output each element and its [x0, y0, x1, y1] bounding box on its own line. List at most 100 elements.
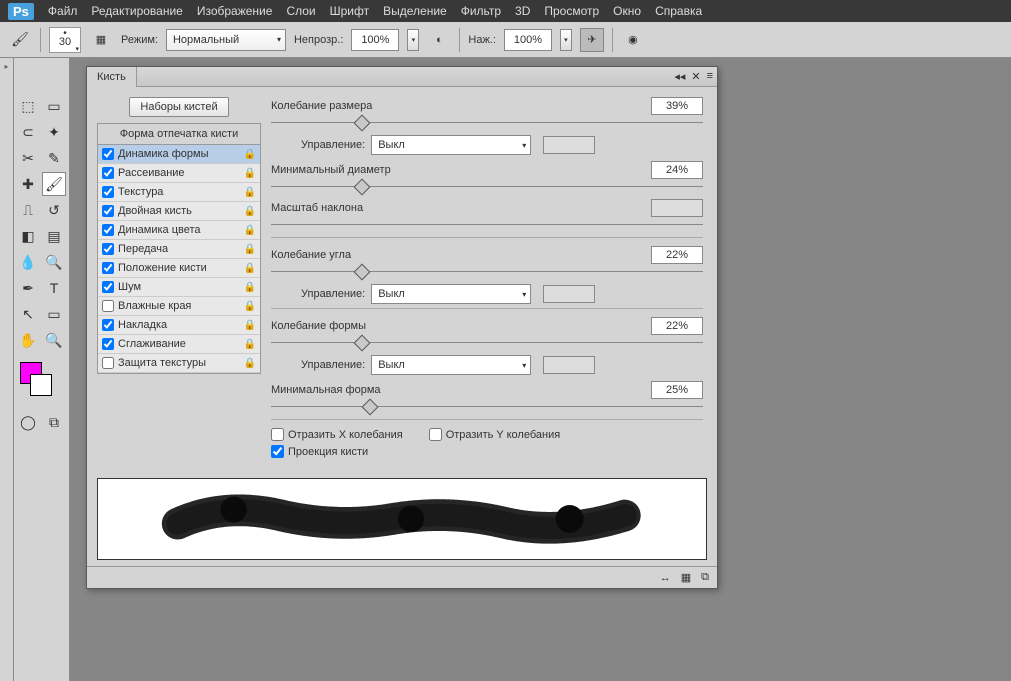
lock-icon[interactable]: 🔒 — [244, 206, 256, 217]
size-jitter-input[interactable]: 39% — [651, 97, 703, 115]
collapse-icon[interactable]: ◂◂ — [674, 70, 685, 83]
min-roundness-slider[interactable] — [271, 401, 703, 413]
brush-option-row[interactable]: Рассеивание🔒 — [98, 164, 260, 183]
angle-jitter-input[interactable]: 22% — [651, 246, 703, 264]
angle-control-select[interactable]: Выкл — [371, 284, 531, 304]
brush-projection-checkbox[interactable]: Проекция кисти — [271, 445, 368, 458]
lock-icon[interactable]: 🔒 — [244, 187, 256, 198]
option-checkbox[interactable] — [102, 300, 114, 312]
lock-icon[interactable]: 🔒 — [244, 263, 256, 274]
path-tool-icon[interactable]: ↖ — [16, 302, 40, 326]
option-checkbox[interactable] — [102, 186, 114, 198]
lock-icon[interactable]: 🔒 — [244, 149, 256, 160]
menu-select[interactable]: Выделение — [383, 4, 447, 18]
brush-option-row[interactable]: Текстура🔒 — [98, 183, 260, 202]
option-checkbox[interactable] — [102, 167, 114, 179]
lock-icon[interactable]: 🔒 — [244, 339, 256, 350]
menu-image[interactable]: Изображение — [197, 4, 273, 18]
eraser-tool-icon[interactable]: ◧ — [16, 224, 40, 248]
lock-icon[interactable]: 🔒 — [244, 320, 256, 331]
lock-icon[interactable]: 🔒 — [244, 225, 256, 236]
brush-size-picker[interactable]: 30 — [49, 27, 81, 53]
min-roundness-input[interactable]: 25% — [651, 381, 703, 399]
move-tool-icon[interactable]: ⬚ — [16, 94, 40, 118]
menu-layers[interactable]: Слои — [286, 4, 315, 18]
gradient-tool-icon[interactable]: ▤ — [42, 224, 66, 248]
blur-tool-icon[interactable]: 💧 — [16, 250, 40, 274]
pressure-opacity-icon[interactable]: ◐ — [427, 28, 451, 52]
brush-option-row[interactable]: Передача🔒 — [98, 240, 260, 259]
menu-filter[interactable]: Фильтр — [461, 4, 501, 18]
roundness-jitter-slider[interactable] — [271, 337, 703, 349]
brush-option-row[interactable]: Защита текстуры🔒 — [98, 354, 260, 373]
option-checkbox[interactable] — [102, 205, 114, 217]
menu-help[interactable]: Справка — [655, 4, 702, 18]
brush-option-row[interactable]: Накладка🔒 — [98, 316, 260, 335]
brush-panel-toggle-icon[interactable]: ▦ — [89, 28, 113, 52]
menu-window[interactable]: Окно — [613, 4, 641, 18]
quickmask-icon[interactable]: ◯ — [16, 410, 40, 434]
min-diameter-input[interactable]: 24% — [651, 161, 703, 179]
eyedropper-tool-icon[interactable]: ✎ — [42, 146, 66, 170]
toggle-preview-icon[interactable]: ↔ — [660, 572, 671, 584]
type-tool-icon[interactable]: T — [42, 276, 66, 300]
opacity-arrow[interactable]: ▾ — [407, 29, 419, 51]
brush-presets-button[interactable]: Наборы кистей — [129, 97, 228, 117]
option-checkbox[interactable] — [102, 262, 114, 274]
brush-tool-icon[interactable]: 🖌 — [42, 172, 66, 196]
option-checkbox[interactable] — [102, 338, 114, 350]
crop-tool-icon[interactable]: ✂ — [16, 146, 40, 170]
pen-tool-icon[interactable]: ✒ — [16, 276, 40, 300]
brush-option-row[interactable]: Сглаживание🔒 — [98, 335, 260, 354]
close-icon[interactable]: ✕ — [691, 70, 700, 83]
airbrush-icon[interactable]: ✈ — [580, 28, 604, 52]
blend-mode-select[interactable]: Нормальный — [166, 29, 286, 51]
wand-tool-icon[interactable]: ✦ — [42, 120, 66, 144]
lock-icon[interactable]: 🔒 — [244, 282, 256, 293]
brush-option-row[interactable]: Шум🔒 — [98, 278, 260, 297]
option-checkbox[interactable] — [102, 148, 114, 160]
brush-option-row[interactable]: Двойная кисть🔒 — [98, 202, 260, 221]
panel-header[interactable]: Кисть ◂◂ ✕ ≡ — [87, 67, 717, 87]
panel-menu-icon[interactable]: ≡ — [707, 70, 713, 83]
min-diameter-slider[interactable] — [271, 181, 703, 193]
heal-tool-icon[interactable]: ✚ — [16, 172, 40, 196]
opacity-input[interactable]: 100% — [351, 29, 399, 51]
lock-icon[interactable]: 🔒 — [244, 168, 256, 179]
menu-3d[interactable]: 3D — [515, 4, 530, 18]
lock-icon[interactable]: 🔒 — [244, 358, 256, 369]
hand-tool-icon[interactable]: ✋ — [16, 328, 40, 352]
lasso-tool-icon[interactable]: ⊂ — [16, 120, 40, 144]
size-jitter-slider[interactable] — [271, 117, 703, 129]
panel-tab[interactable]: Кисть — [87, 67, 137, 87]
lock-icon[interactable]: 🔒 — [244, 244, 256, 255]
zoom-tool-icon[interactable]: 🔍 — [42, 328, 66, 352]
brush-option-row[interactable]: Положение кисти🔒 — [98, 259, 260, 278]
flow-input[interactable]: 100% — [504, 29, 552, 51]
history-brush-tool-icon[interactable]: ↺ — [42, 198, 66, 222]
size-control-select[interactable]: Выкл — [371, 135, 531, 155]
menu-view[interactable]: Просмотр — [544, 4, 599, 18]
tool-preset-icon[interactable]: 🖌 — [8, 28, 32, 52]
brush-option-row[interactable]: Динамика формы🔒 — [98, 145, 260, 164]
flip-x-checkbox[interactable]: Отразить X колебания — [271, 428, 403, 441]
background-color-swatch[interactable] — [30, 374, 52, 396]
option-checkbox[interactable] — [102, 243, 114, 255]
option-checkbox[interactable] — [102, 281, 114, 293]
roundness-jitter-input[interactable]: 22% — [651, 317, 703, 335]
menu-file[interactable]: Файл — [48, 4, 78, 18]
option-checkbox[interactable] — [102, 357, 114, 369]
menu-edit[interactable]: Редактирование — [91, 4, 182, 18]
menu-type[interactable]: Шрифт — [330, 4, 369, 18]
brush-option-row[interactable]: Динамика цвета🔒 — [98, 221, 260, 240]
delete-brush-icon[interactable]: ⧉ — [701, 571, 709, 584]
option-checkbox[interactable] — [102, 224, 114, 236]
roundness-control-select[interactable]: Выкл — [371, 355, 531, 375]
angle-jitter-slider[interactable] — [271, 266, 703, 278]
shape-tool-icon[interactable]: ▭ — [42, 302, 66, 326]
pressure-size-icon[interactable]: ◉ — [621, 28, 645, 52]
dock-strip[interactable]: ▸ — [0, 58, 14, 681]
screenmode-icon[interactable]: ⧉ — [42, 410, 66, 434]
brush-tip-shape-header[interactable]: Форма отпечатка кисти — [98, 124, 260, 145]
stamp-tool-icon[interactable]: ⎍ — [16, 198, 40, 222]
